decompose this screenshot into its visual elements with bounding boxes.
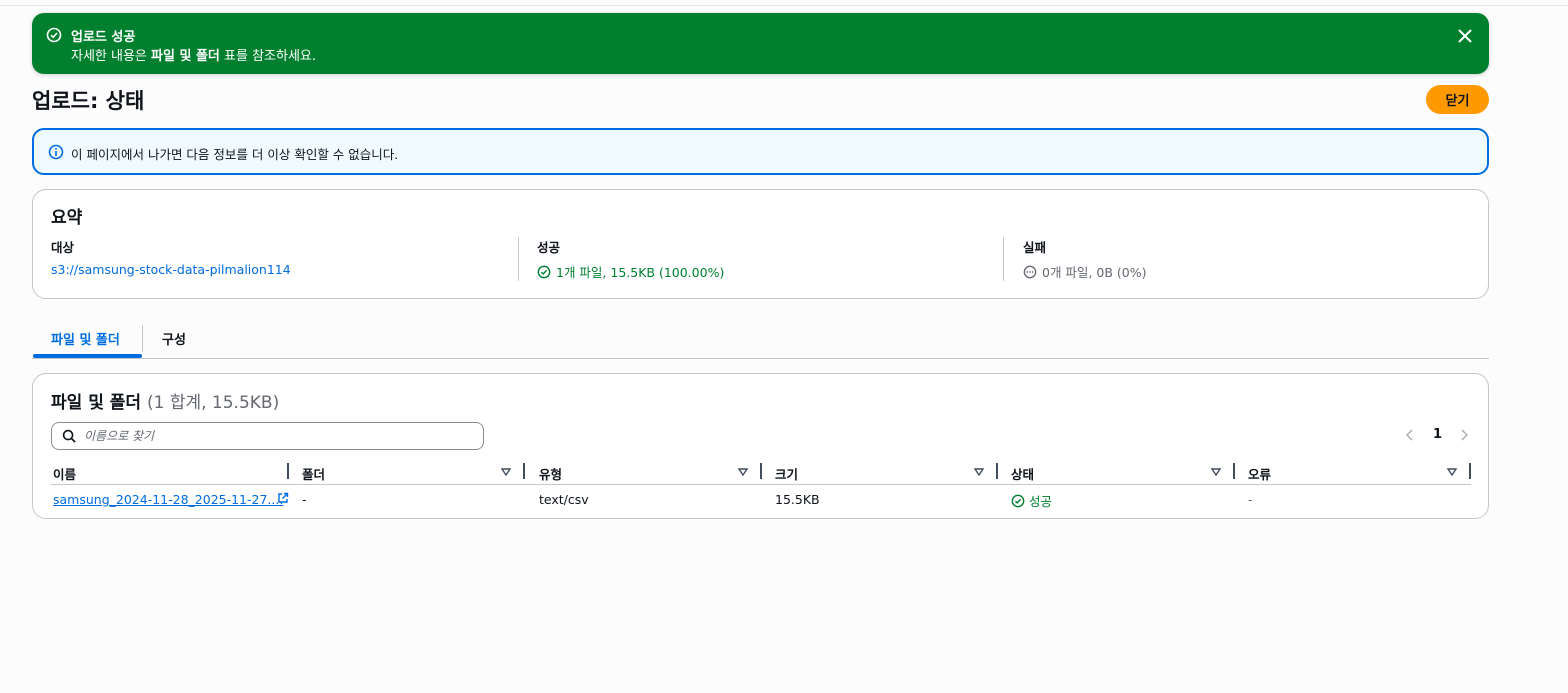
success-value: 1개 파일, 15.5KB (100.00%) bbox=[556, 265, 725, 280]
more-circle-icon bbox=[1023, 265, 1037, 278]
tab-bar: 파일 및 폴더 구성 bbox=[32, 322, 1489, 359]
summary-panel: 요약 대상 s3://samsung-stock-data-pilmalion1… bbox=[32, 189, 1489, 299]
page-title: 업로드: 상태 bbox=[32, 89, 145, 113]
column-resizer[interactable] bbox=[1469, 463, 1471, 479]
summary-divider bbox=[518, 237, 519, 281]
check-circle-icon bbox=[537, 265, 551, 278]
error-cell: - bbox=[1248, 492, 1253, 507]
sort-icon[interactable] bbox=[738, 467, 748, 477]
target-link[interactable]: s3://samsung-stock-data-pilmalion114 bbox=[51, 262, 291, 277]
column-header-size[interactable]: 크기 bbox=[775, 464, 798, 483]
files-table-title: 파일 및 폴더 (1 합계, 15.5KB) bbox=[51, 393, 280, 413]
top-divider bbox=[0, 5, 1568, 6]
search-icon bbox=[62, 429, 76, 443]
close-icon[interactable] bbox=[1455, 26, 1475, 46]
column-header-status[interactable]: 상태 bbox=[1011, 464, 1034, 483]
column-resizer[interactable] bbox=[523, 463, 525, 479]
column-header-type[interactable]: 유형 bbox=[539, 464, 562, 483]
chevron-left-icon[interactable] bbox=[1403, 427, 1417, 443]
tab-files-and-folders[interactable]: 파일 및 폴더 bbox=[51, 329, 120, 348]
sort-icon[interactable] bbox=[1447, 467, 1457, 477]
summary-success: 성공 1개 파일, 15.5KB (100.00%) bbox=[537, 237, 724, 281]
summary-title: 요약 bbox=[51, 208, 83, 228]
sort-icon[interactable] bbox=[974, 467, 984, 477]
column-header-folder[interactable]: 폴더 bbox=[302, 464, 325, 483]
table-header: 이름 폴더 유형 크기 상태 오류 bbox=[51, 461, 1471, 485]
summary-target: 대상 s3://samsung-stock-data-pilmalion114 bbox=[51, 237, 291, 277]
file-name-link[interactable]: samsung_2024-11-28_2025-11-27.... bbox=[53, 492, 283, 507]
status-text: 성공 bbox=[1029, 494, 1053, 509]
tab-configuration[interactable]: 구성 bbox=[162, 329, 186, 348]
column-header-name[interactable]: 이름 bbox=[53, 464, 76, 483]
success-label: 성공 bbox=[537, 240, 561, 255]
page-number[interactable]: 1 bbox=[1433, 427, 1442, 442]
failure-value: 0개 파일, 0B (0%) bbox=[1042, 265, 1147, 280]
column-resizer[interactable] bbox=[996, 463, 998, 479]
files-table-panel: 파일 및 폴더 (1 합계, 15.5KB) 1 이름 폴더 유형 크기 상태 … bbox=[32, 373, 1489, 519]
check-circle-icon bbox=[1011, 494, 1025, 507]
search-input[interactable] bbox=[84, 426, 474, 446]
size-cell: 15.5KB bbox=[775, 492, 820, 507]
search-field[interactable] bbox=[51, 422, 484, 450]
summary-failure: 실패 0개 파일, 0B (0%) bbox=[1023, 237, 1146, 281]
info-icon bbox=[48, 144, 64, 160]
tab-separator bbox=[142, 325, 143, 352]
close-button[interactable]: 닫기 bbox=[1426, 85, 1489, 114]
column-header-error[interactable]: 오류 bbox=[1248, 464, 1271, 483]
sort-icon[interactable] bbox=[501, 467, 511, 477]
column-resizer[interactable] bbox=[287, 463, 289, 479]
pagination: 1 bbox=[1403, 426, 1473, 446]
sort-icon[interactable] bbox=[1211, 467, 1221, 477]
folder-cell: - bbox=[302, 492, 307, 507]
chevron-right-icon[interactable] bbox=[1457, 427, 1471, 443]
flash-title: 업로드 성공 bbox=[71, 30, 136, 45]
flash-description: 자세한 내용은 파일 및 폴더 표를 참조하세요. bbox=[71, 49, 317, 64]
info-alert-text: 이 페이지에서 나가면 다음 정보를 더 이상 확인할 수 없습니다. bbox=[71, 147, 399, 162]
column-resizer[interactable] bbox=[1233, 463, 1235, 479]
status-cell: 성공 bbox=[1011, 491, 1052, 510]
check-circle-icon bbox=[46, 27, 62, 43]
active-tab-indicator bbox=[33, 354, 142, 358]
failure-label: 실패 bbox=[1023, 240, 1047, 255]
column-resizer[interactable] bbox=[760, 463, 762, 479]
files-count: (1 합계, 15.5KB) bbox=[146, 393, 280, 413]
target-label: 대상 bbox=[51, 240, 75, 255]
info-alert: 이 페이지에서 나가면 다음 정보를 더 이상 확인할 수 없습니다. bbox=[32, 128, 1489, 175]
external-link-icon[interactable] bbox=[277, 492, 289, 504]
summary-divider bbox=[1003, 237, 1004, 281]
success-flashbar: 업로드 성공 자세한 내용은 파일 및 폴더 표를 참조하세요. bbox=[32, 13, 1489, 74]
table-row: samsung_2024-11-28_2025-11-27.... - text… bbox=[51, 486, 1471, 514]
type-cell: text/csv bbox=[539, 492, 589, 507]
